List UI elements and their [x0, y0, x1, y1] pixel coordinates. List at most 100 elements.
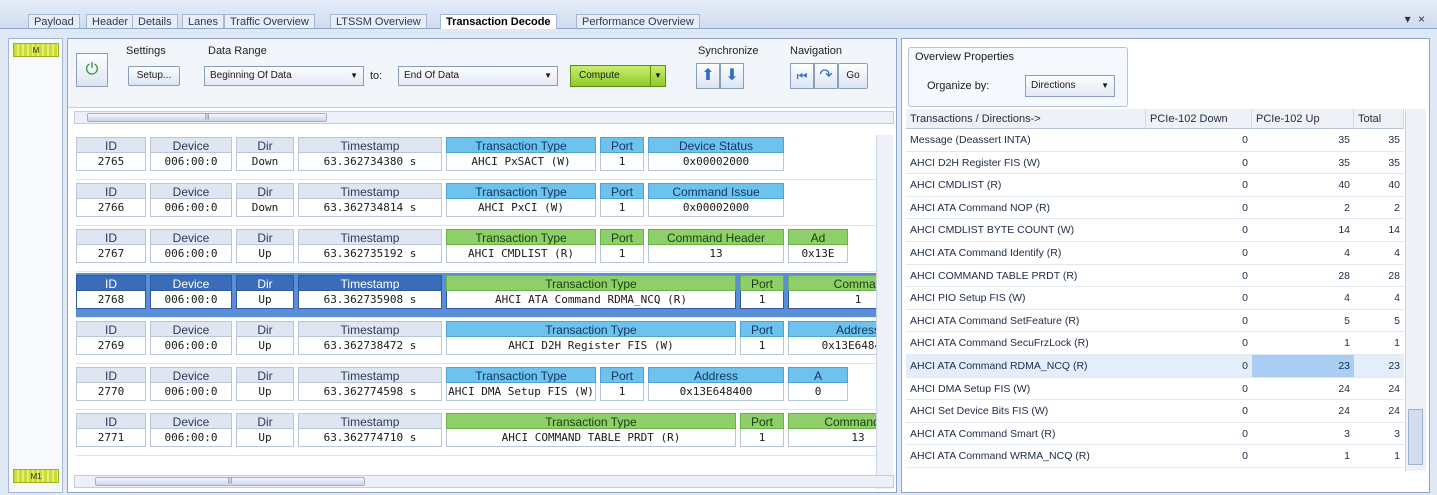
- overview-row[interactable]: AHCI ATA Command WRMA_NCQ (R) 0 1 1: [906, 445, 1404, 468]
- range-to-select[interactable]: End Of Data ▼: [398, 66, 558, 86]
- cell-type-header: Transaction Type: [446, 275, 736, 291]
- cell-port-value: 1: [600, 153, 644, 171]
- window-controls[interactable]: ▾ ×: [1405, 12, 1427, 26]
- overview-cell-total: 23: [1388, 360, 1400, 372]
- cell-type-header: Transaction Type: [446, 413, 736, 429]
- overview-cell-up: 28: [1338, 269, 1350, 282]
- cell-dir-value: Down: [236, 199, 294, 217]
- tab-transaction-decode[interactable]: Transaction Decode: [440, 14, 557, 29]
- tab-payload[interactable]: Payload: [28, 14, 80, 28]
- tab-ltssm-overview[interactable]: LTSSM Overview: [330, 14, 427, 28]
- transaction-vertical-scrollbar[interactable]: [876, 135, 893, 489]
- chevron-down-icon[interactable]: ▼: [650, 66, 665, 86]
- scroll-thumb[interactable]: [1408, 409, 1423, 465]
- marker-sidebar: M M1: [8, 38, 63, 493]
- overview-cell-total: 1: [1394, 450, 1400, 463]
- transaction-row[interactable]: ID 2767 Device 006:00:0 Dir Up Timestamp 63.362…: [76, 227, 876, 272]
- transaction-row[interactable]: ID 2771 Device 006:00:0 Dir Up Timestamp 63.362…: [76, 411, 876, 456]
- goto-arrow-icon[interactable]: ↷: [814, 63, 838, 89]
- cell-device-value: 006:00:0: [150, 429, 232, 447]
- cell-device-value: 006:00:0: [150, 153, 232, 171]
- cell-field-header: Command Header: [648, 229, 784, 245]
- cell-dir: Dir Up: [236, 321, 294, 357]
- overview-cell-total: 28: [1388, 269, 1400, 282]
- tab-performance-overview[interactable]: Performance Overview: [576, 14, 700, 28]
- overview-row[interactable]: AHCI ATA Command NOP (R) 0 2 2: [906, 197, 1404, 220]
- transaction-row[interactable]: ID 2770 Device 006:00:0 Dir Up Timestamp 63.362…: [76, 365, 876, 410]
- data-range-label: Data Range: [208, 45, 267, 57]
- scroll-thumb[interactable]: |||: [95, 477, 365, 486]
- overview-row[interactable]: Message (Deassert INTA) 0 35 35: [906, 129, 1404, 152]
- overview-cell-name: Message (Deassert INTA): [910, 134, 1031, 146]
- transaction-row[interactable]: ID 2768 Device 006:00:0 Dir Up Timestamp 63.362…: [76, 273, 876, 318]
- cell-field-value: 0x13E648440: [788, 337, 876, 355]
- transaction-row[interactable]: ID 2769 Device 006:00:0 Dir Up Timestamp 63.362…: [76, 319, 876, 364]
- column-header[interactable]: Total: [1354, 109, 1404, 129]
- column-header[interactable]: PCIe-102 Down: [1146, 109, 1252, 129]
- cell-timestamp-header: Timestamp: [298, 229, 442, 245]
- cell-port-header: Port: [740, 321, 784, 337]
- overview-row[interactable]: AHCI ATA Command Identify (R) 0 4 4: [906, 242, 1404, 265]
- cell-type-value: AHCI D2H Register FIS (W): [446, 337, 736, 355]
- sync-down-icon[interactable]: ⬇: [720, 63, 744, 89]
- overview-row[interactable]: AHCI CMDLIST (R) 0 40 40: [906, 174, 1404, 197]
- overview-row[interactable]: AHCI COMMAND TABLE PRDT (R) 0 28 28: [906, 265, 1404, 288]
- power-toggle-icon[interactable]: ⏻: [76, 53, 108, 87]
- overview-cell-name: AHCI Set Device Bits FIS (W): [910, 405, 1049, 418]
- transaction-decode-panel: ⏻ Settings Setup... Data Range Beginning…: [67, 38, 897, 493]
- range-from-value: Beginning Of Data: [210, 70, 292, 81]
- overview-row[interactable]: AHCI ATA Command Smart (R) 0 3 3: [906, 423, 1404, 446]
- cell-field-header: Device Status: [648, 137, 784, 153]
- cell-type-value: AHCI CMDLIST (R): [446, 245, 596, 263]
- overview-cell-total: 24: [1388, 405, 1400, 418]
- first-record-icon[interactable]: ⏮: [790, 63, 814, 89]
- go-button[interactable]: Go: [838, 63, 868, 89]
- tab-details[interactable]: Details: [132, 14, 178, 28]
- cell-device: Device 006:00:0: [150, 321, 232, 357]
- cell-field-value: 13: [788, 429, 876, 447]
- cell-type: Transaction Type AHCI CMDLIST (R): [446, 229, 596, 265]
- cell-device: Device 006:00:0: [150, 367, 232, 403]
- overview-row[interactable]: AHCI D2H Register FIS (W) 0 35 35: [906, 152, 1404, 175]
- cell-device-header: Device: [150, 321, 232, 337]
- setup-button[interactable]: Setup...: [128, 66, 180, 86]
- overview-row[interactable]: AHCI PIO Setup FIS (W) 0 4 4: [906, 287, 1404, 310]
- compute-button[interactable]: Compute ▼: [570, 65, 666, 87]
- cell-timestamp-header: Timestamp: [298, 137, 442, 153]
- cell-id-header: ID: [76, 367, 146, 383]
- tab-traffic-overview[interactable]: Traffic Overview: [224, 14, 315, 28]
- cell-port: Port 1: [740, 413, 784, 449]
- transaction-row[interactable]: ID 2766 Device 006:00:0 Dir Down Timestamp 63.3…: [76, 181, 876, 226]
- tab-header[interactable]: Header: [86, 14, 135, 28]
- top-horizontal-scrollbar[interactable]: |||: [74, 111, 894, 124]
- tab-lanes[interactable]: Lanes: [182, 14, 224, 28]
- overview-row[interactable]: AHCI Set Device Bits FIS (W) 0 24 24: [906, 400, 1404, 423]
- overview-row[interactable]: AHCI ATA Command SetFeature (R) 0 5 5: [906, 310, 1404, 333]
- marker-top[interactable]: M: [13, 43, 59, 57]
- cell-device-value: 006:00:0: [150, 383, 232, 401]
- range-from-select[interactable]: Beginning Of Data ▼: [204, 66, 364, 86]
- overview-row[interactable]: AHCI CMDLIST BYTE COUNT (W) 0 14 14: [906, 219, 1404, 242]
- overview-cell-down: 0: [1242, 179, 1248, 192]
- scroll-thumb[interactable]: |||: [87, 113, 327, 122]
- overview-cell-up: 23: [1252, 355, 1354, 377]
- overview-cell-total: 4: [1394, 292, 1400, 305]
- marker-bottom[interactable]: M1: [13, 469, 59, 483]
- overview-cell-up: 35: [1338, 156, 1350, 169]
- overview-cell-up: 1: [1344, 450, 1350, 463]
- organize-by-select[interactable]: Directions ▼: [1025, 75, 1115, 97]
- column-header[interactable]: Transactions / Directions->: [906, 109, 1146, 129]
- overview-row[interactable]: AHCI ATA Command SecuFrzLock (R) 0 1 1: [906, 332, 1404, 355]
- cell-id-header: ID: [76, 183, 146, 199]
- sync-up-icon[interactable]: ⬆: [696, 63, 720, 89]
- overview-cell-name: AHCI D2H Register FIS (W): [910, 156, 1041, 169]
- cell-dir: Dir Up: [236, 367, 294, 403]
- overview-row[interactable]: AHCI DMA Setup FIS (W) 0 24 24: [906, 378, 1404, 401]
- overview-cell-down: 0: [1242, 224, 1248, 237]
- column-header[interactable]: PCIe-102 Up: [1252, 109, 1354, 129]
- cell-dir-header: Dir: [236, 321, 294, 337]
- bottom-horizontal-scrollbar[interactable]: |||: [74, 475, 894, 488]
- overview-vertical-scrollbar[interactable]: [1405, 109, 1426, 471]
- overview-row[interactable]: AHCI ATA Command RDMA_NCQ (R) 0 23 23: [906, 355, 1404, 378]
- transaction-row[interactable]: ID 2765 Device 006:00:0 Dir Down Timestamp 63.3…: [76, 135, 876, 180]
